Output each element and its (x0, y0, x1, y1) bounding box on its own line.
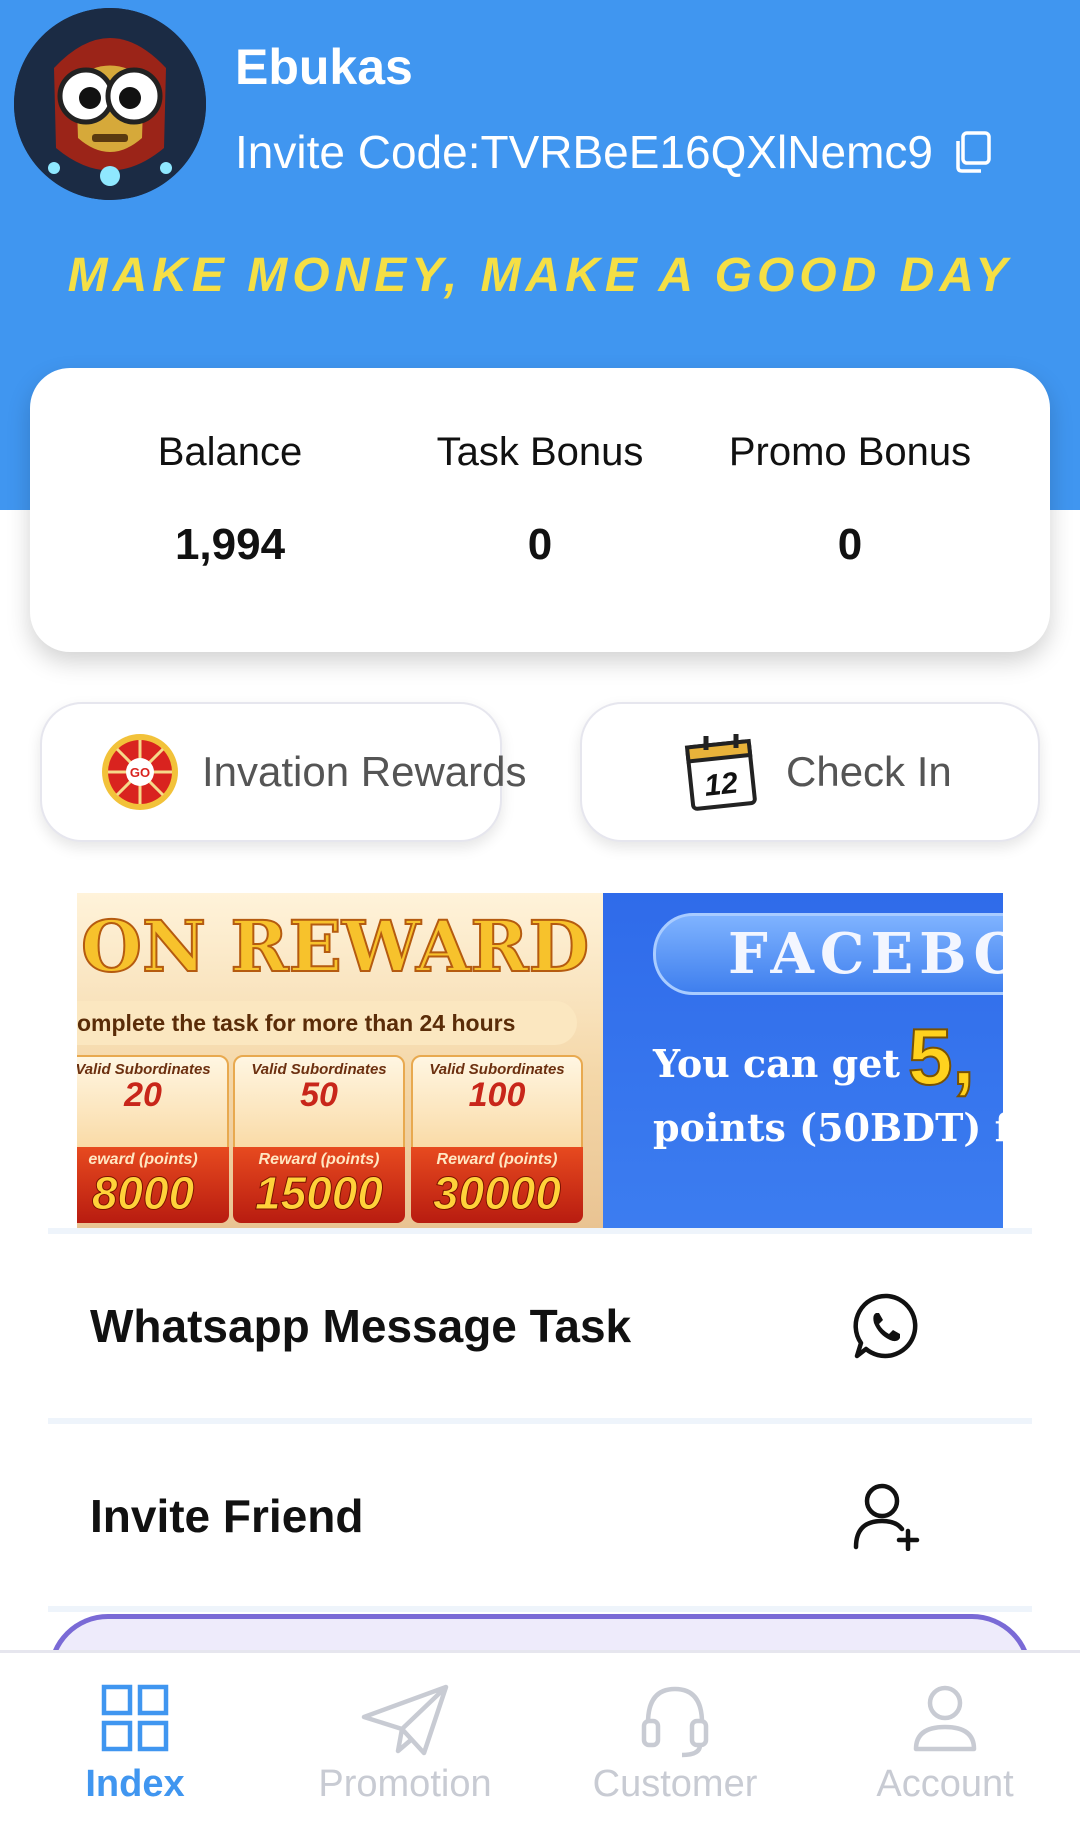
stat-balance-label: Balance (157, 430, 303, 474)
stat-balance: Balance 1,994 (60, 430, 400, 570)
whatsapp-icon (853, 1293, 918, 1359)
reward-tier-1: Valid Subordinates 20 eward (points) 800… (77, 1055, 229, 1223)
stat-task-bonus-value: 0 (527, 520, 553, 569)
wheel-badge-text: GO (130, 765, 150, 780)
nav-customer[interactable]: Customer (540, 1653, 810, 1843)
stat-task-bonus-label: Task Bonus (436, 430, 644, 474)
invite-friend-label: Invite Friend (90, 1490, 364, 1542)
reward-slide-title: ON REWARD (80, 904, 590, 989)
check-in-label: Check In (786, 748, 952, 795)
tier-subordinates: 50 (300, 1076, 338, 1114)
avatar[interactable] (14, 8, 206, 200)
tier-points: 30000 (433, 1167, 562, 1219)
divider (48, 1606, 1032, 1612)
facebook-slide-amount: 5, (907, 1011, 976, 1102)
invite-code-label: Invite Code: (235, 126, 481, 178)
slogan: MAKE MONEY, MAKE A GOOD DAY (67, 249, 1013, 302)
copy-icon[interactable] (949, 129, 995, 175)
tier-points: 8000 (91, 1167, 195, 1219)
bottom-navigation: Index Promotion Customer Account (0, 1650, 1080, 1840)
tier-reward-label: Reward (points) (436, 1151, 558, 1168)
user-icon (913, 1685, 977, 1752)
username: Ebukas (235, 39, 413, 95)
tier-caption: Valid Subordinates (251, 1061, 387, 1078)
stats-card: Balance 1,994 Task Bonus 0 Promo Bonus 0 (30, 368, 1050, 652)
nav-customer-label: Customer (592, 1763, 758, 1805)
reward-tier-3: Valid Subordinates 100 Reward (points) 3… (411, 1055, 583, 1223)
tier-caption: Valid Subordinates (429, 1061, 565, 1078)
tier-caption: Valid Subordinates (77, 1061, 211, 1078)
divider (48, 1418, 1032, 1424)
ironman-avatar-icon (14, 8, 206, 200)
invite-friend-row[interactable]: Invite Friend (48, 1426, 1032, 1606)
tier-reward-label: eward (points) (88, 1151, 198, 1168)
tier-subordinates: 100 (468, 1076, 526, 1114)
stat-task-bonus: Task Bonus 0 (370, 430, 710, 570)
facebook-slide-line1: You can get (653, 1041, 900, 1086)
invite-code-value: TVRBeE16QXlNemc9 (480, 126, 933, 178)
divider (48, 1228, 1032, 1234)
stat-promo-bonus: Promo Bonus 0 (680, 430, 1020, 570)
add-user-icon (853, 1483, 920, 1551)
calendar-day-text: 12 (703, 766, 740, 802)
nav-promotion-label: Promotion (318, 1763, 492, 1805)
whatsapp-message-task-row[interactable]: Whatsapp Message Task (48, 1236, 1032, 1416)
stat-promo-bonus-value: 0 (837, 520, 863, 569)
facebook-task-slide[interactable]: FACEBO You can get 5, points (50BDT) fo (603, 893, 1003, 1229)
whatsapp-task-label: Whatsapp Message Task (90, 1300, 632, 1352)
lucky-wheel-icon: GO (102, 734, 178, 810)
promo-banner-carousel[interactable]: ON REWARD omplete the task for more than… (77, 893, 1003, 1229)
reward-tier-2: Valid Subordinates 50 Reward (points) 15… (233, 1055, 405, 1223)
stat-promo-bonus-label: Promo Bonus (728, 430, 972, 474)
facebook-slide-line2: points (50BDT) fo (653, 1105, 1003, 1150)
invitation-rewards-label: Invation Rewards (202, 748, 527, 795)
nav-account[interactable]: Account (810, 1653, 1080, 1843)
nav-index[interactable]: Index (0, 1653, 270, 1843)
nav-index-label: Index (85, 1763, 185, 1805)
reward-slide-subtitle: omplete the task for more than 24 hours (77, 1001, 577, 1045)
invite-code-row: Invite Code: TVRBeE16QXlNemc9 (235, 125, 995, 179)
tier-reward-label: Reward (points) (258, 1151, 380, 1168)
stat-balance-value: 1,994 (174, 520, 286, 569)
paper-plane-icon (361, 1684, 449, 1756)
calendar-icon: 12 (684, 734, 757, 811)
tier-points: 15000 (255, 1167, 384, 1219)
tier-subordinates: 20 (124, 1076, 162, 1114)
grid-icon (101, 1684, 169, 1752)
facebook-slide-title: FACEBO (728, 921, 1003, 987)
invitation-rewards-button[interactable]: GO Invation Rewards (40, 702, 527, 842)
invitation-reward-slide[interactable]: ON REWARD omplete the task for more than… (77, 893, 603, 1229)
check-in-button[interactable]: 12 Check In (580, 702, 1040, 842)
nav-promotion[interactable]: Promotion (270, 1653, 540, 1843)
headset-icon (641, 1686, 709, 1758)
nav-account-label: Account (876, 1763, 1014, 1805)
